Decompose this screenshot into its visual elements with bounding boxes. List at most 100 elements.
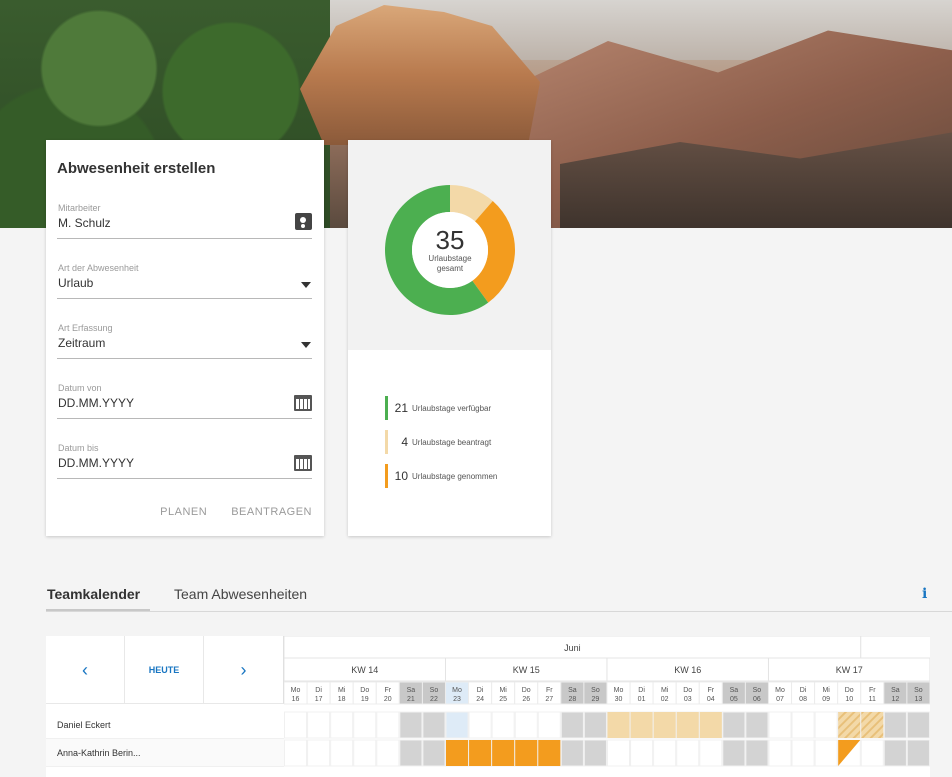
legend-value: 10 bbox=[394, 469, 408, 483]
day-cell[interactable] bbox=[606, 739, 631, 767]
day-cell[interactable] bbox=[583, 711, 607, 739]
chevron-down-icon[interactable] bbox=[301, 342, 311, 348]
day-cell[interactable] bbox=[653, 739, 677, 767]
submit-request-button[interactable]: BEANTRAGEN bbox=[231, 506, 312, 518]
weekday-label: Sa bbox=[407, 687, 416, 694]
weekday-label: Do bbox=[522, 687, 531, 694]
day-cell[interactable] bbox=[722, 739, 746, 767]
employee-value: M. Schulz bbox=[58, 216, 111, 230]
next-week-button[interactable]: › bbox=[204, 636, 283, 704]
month-header bbox=[860, 636, 930, 659]
day-number-label: 03 bbox=[684, 696, 692, 703]
day-cell[interactable] bbox=[814, 739, 838, 767]
day-cell[interactable] bbox=[745, 711, 769, 739]
day-cell[interactable] bbox=[883, 739, 907, 767]
day-cell[interactable] bbox=[514, 711, 538, 739]
absence-block[interactable] bbox=[607, 712, 630, 738]
absence-block[interactable] bbox=[676, 712, 699, 738]
day-cell[interactable] bbox=[376, 711, 400, 739]
week-label: KW 16 bbox=[674, 665, 701, 675]
day-cell[interactable] bbox=[353, 711, 377, 739]
day-cell[interactable] bbox=[906, 739, 930, 767]
weekday-label: Fr bbox=[546, 687, 553, 694]
employee-name[interactable]: Daniel Eckert bbox=[46, 711, 284, 739]
day-cell[interactable] bbox=[307, 711, 331, 739]
day-cell[interactable] bbox=[445, 711, 469, 739]
info-icon[interactable]: i bbox=[922, 586, 927, 602]
tab-team-absences[interactable]: Team Abwesenheiten bbox=[174, 586, 307, 602]
contact-card-icon[interactable] bbox=[295, 213, 312, 230]
date-from-field[interactable]: Datum von DD.MM.YYYY bbox=[57, 383, 312, 419]
day-cell[interactable] bbox=[468, 711, 492, 739]
day-cell[interactable] bbox=[353, 739, 377, 767]
date-from-label: Datum von bbox=[58, 383, 102, 393]
day-cell[interactable] bbox=[745, 739, 769, 767]
day-cell[interactable] bbox=[630, 739, 654, 767]
absence-block[interactable] bbox=[469, 740, 492, 766]
calendar-icon[interactable] bbox=[294, 395, 312, 411]
day-cell[interactable] bbox=[284, 739, 308, 767]
day-cell[interactable] bbox=[399, 711, 423, 739]
day-cell[interactable] bbox=[376, 739, 400, 767]
week-label: KW 15 bbox=[513, 665, 540, 675]
plan-button[interactable]: PLANEN bbox=[160, 506, 207, 518]
day-cell[interactable] bbox=[906, 711, 930, 739]
absence-block[interactable] bbox=[630, 712, 653, 738]
day-cell[interactable] bbox=[791, 711, 815, 739]
day-number-label: 28 bbox=[568, 696, 576, 703]
employee-name[interactable]: Anna-Kathrin Berin... bbox=[46, 739, 284, 767]
absence-block[interactable] bbox=[838, 712, 861, 738]
day-cell[interactable] bbox=[330, 739, 354, 767]
day-cell[interactable] bbox=[560, 711, 584, 739]
day-cell[interactable] bbox=[860, 739, 884, 767]
absence-block[interactable] bbox=[699, 712, 722, 738]
day-number-label: 18 bbox=[338, 696, 346, 703]
day-cell[interactable] bbox=[883, 711, 907, 739]
entry-type-select[interactable]: Art Erfassung Zeitraum bbox=[57, 323, 312, 359]
day-cell[interactable] bbox=[307, 739, 331, 767]
day-cell[interactable] bbox=[422, 711, 446, 739]
tab-team-calendar[interactable]: Teamkalender bbox=[47, 586, 140, 602]
absence-type-select[interactable]: Art der Abwesenheit Urlaub bbox=[57, 263, 312, 299]
day-cell[interactable] bbox=[676, 739, 700, 767]
employee-field[interactable]: Mitarbeiter M. Schulz bbox=[57, 203, 312, 239]
day-cell[interactable] bbox=[284, 711, 308, 739]
day-number-label: 02 bbox=[661, 696, 669, 703]
day-cell[interactable] bbox=[722, 711, 746, 739]
absence-block[interactable] bbox=[653, 712, 676, 738]
day-number-label: 12 bbox=[891, 696, 899, 703]
absence-block[interactable] bbox=[492, 740, 515, 766]
calendar-icon[interactable] bbox=[294, 455, 312, 471]
today-button[interactable]: HEUTE bbox=[125, 636, 204, 704]
weekday-label: Fr bbox=[385, 687, 392, 694]
absence-block[interactable] bbox=[515, 740, 538, 766]
absence-type-value: Urlaub bbox=[58, 276, 94, 290]
weekday-label: Di bbox=[315, 687, 322, 694]
day-cell[interactable] bbox=[422, 739, 446, 767]
prev-week-button[interactable]: ‹ bbox=[46, 636, 125, 704]
absence-block[interactable] bbox=[861, 712, 884, 738]
day-cell[interactable] bbox=[399, 739, 423, 767]
weekday-label: Mi bbox=[822, 687, 830, 694]
weekday-label: Do bbox=[683, 687, 692, 694]
day-cell[interactable] bbox=[330, 711, 354, 739]
day-cell[interactable] bbox=[768, 711, 792, 739]
day-cell[interactable] bbox=[699, 739, 723, 767]
chevron-down-icon[interactable] bbox=[301, 282, 311, 288]
absence-block[interactable] bbox=[538, 740, 561, 766]
day-cell[interactable] bbox=[814, 711, 838, 739]
day-number-label: 24 bbox=[476, 696, 484, 703]
day-cell[interactable] bbox=[491, 711, 515, 739]
absence-block[interactable] bbox=[445, 740, 469, 766]
legend-label: Urlaubstage genommen bbox=[412, 472, 498, 481]
day-cell[interactable] bbox=[583, 739, 607, 767]
day-number-label: 06 bbox=[753, 696, 761, 703]
absence-type-label: Art der Abwesenheit bbox=[58, 263, 139, 273]
day-number-label: 16 bbox=[292, 696, 300, 703]
weekday-label: Fr bbox=[869, 687, 876, 694]
day-cell[interactable] bbox=[560, 739, 584, 767]
day-cell[interactable] bbox=[537, 711, 561, 739]
day-cell[interactable] bbox=[791, 739, 815, 767]
date-to-field[interactable]: Datum bis DD.MM.YYYY bbox=[57, 443, 312, 479]
day-cell[interactable] bbox=[768, 739, 792, 767]
